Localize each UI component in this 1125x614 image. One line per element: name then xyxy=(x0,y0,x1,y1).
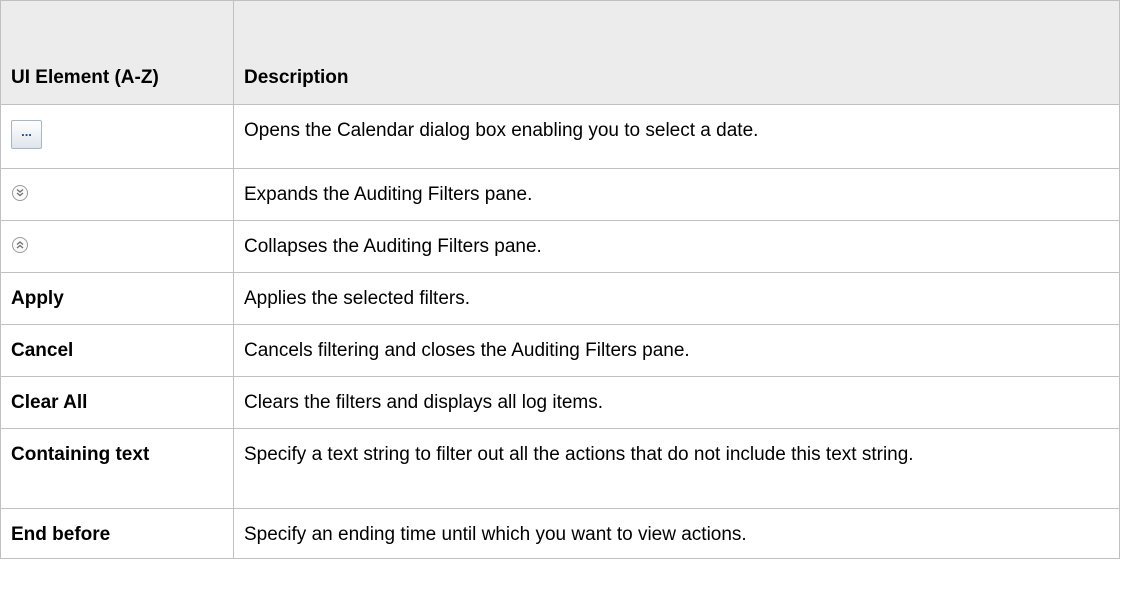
description-cell: Cancels filtering and closes the Auditin… xyxy=(233,324,1120,377)
description-cell: Expands the Auditing Filters pane. xyxy=(233,168,1120,221)
table-row: ... Opens the Calendar dialog box enabli… xyxy=(0,104,1120,169)
ellipsis-button-icon: ... xyxy=(11,120,42,149)
description-cell: Applies the selected filters. xyxy=(233,272,1120,325)
table-row: Containing text Specify a text string to… xyxy=(0,428,1120,509)
ui-element-cell: Clear All xyxy=(0,376,234,429)
table-row: Cancel Cancels filtering and closes the … xyxy=(0,324,1120,377)
ui-element-cell: Cancel xyxy=(0,324,234,377)
description-cell: Clears the filters and displays all log … xyxy=(233,376,1120,429)
description-cell: Specify a text string to filter out all … xyxy=(233,428,1120,509)
header-description: Description xyxy=(233,0,1120,105)
collapse-double-chevron-up-icon xyxy=(12,237,28,253)
description-cell: Opens the Calendar dialog box enabling y… xyxy=(233,104,1120,169)
ui-element-cell: Containing text xyxy=(0,428,234,509)
table-row: End before Specify an ending time until … xyxy=(0,508,1120,559)
ui-elements-table: UI Element (A-Z) Description ... Opens t… xyxy=(0,0,1120,559)
header-ui-element: UI Element (A-Z) xyxy=(0,0,234,105)
ui-element-cell: End before xyxy=(0,508,234,559)
ui-element-cell: ... xyxy=(0,104,234,169)
table-row: Apply Applies the selected filters. xyxy=(0,272,1120,325)
table-row: Collapses the Auditing Filters pane. xyxy=(0,220,1120,273)
table-header-row: UI Element (A-Z) Description xyxy=(0,0,1120,105)
ui-element-cell xyxy=(0,168,234,221)
description-cell: Specify an ending time until which you w… xyxy=(233,508,1120,559)
ui-element-cell: Apply xyxy=(0,272,234,325)
expand-double-chevron-down-icon xyxy=(12,185,28,201)
description-cell: Collapses the Auditing Filters pane. xyxy=(233,220,1120,273)
table-row: Clear All Clears the filters and display… xyxy=(0,376,1120,429)
ui-element-cell xyxy=(0,220,234,273)
table-row: Expands the Auditing Filters pane. xyxy=(0,168,1120,221)
